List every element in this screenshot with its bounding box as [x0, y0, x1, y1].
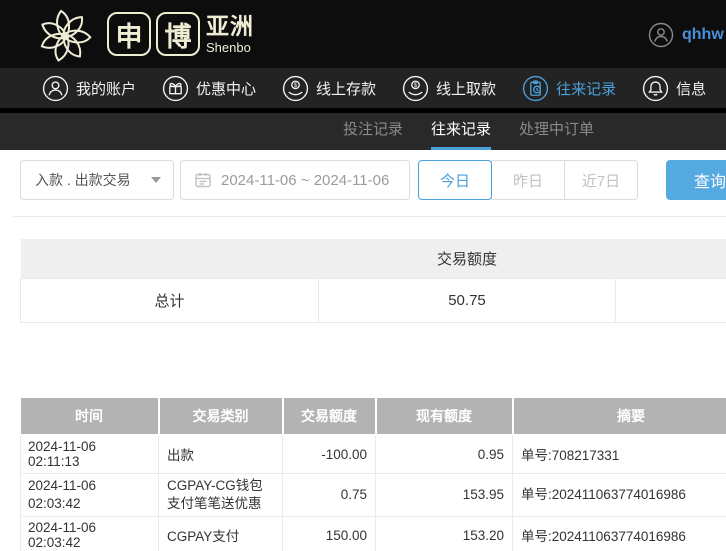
- summary-total-value: 50.75: [318, 277, 616, 323]
- col-header-balance: 现有额度: [375, 398, 514, 436]
- cell-balance: 153.95: [375, 472, 513, 517]
- cell-amount: 0.75: [282, 472, 376, 517]
- last7days-button[interactable]: 近7日: [564, 160, 638, 200]
- col-header-note: 摘要: [512, 398, 726, 436]
- transaction-type-select[interactable]: 入款 . 出款交易: [20, 160, 174, 200]
- records-header-row: 时间 交易类别 交易额度 现有额度 摘要: [20, 398, 726, 436]
- user-icon: [42, 75, 69, 101]
- table-row: 2024-11-06 02:11:13 出款 -100.00 0.95 单号:7…: [20, 434, 726, 474]
- today-button[interactable]: 今日: [418, 160, 492, 200]
- summary-total-row: 总计 50.75: [20, 277, 726, 323]
- summary-total-label: 总计: [20, 277, 319, 323]
- summary-table: 交易额度 总计 50.75: [20, 239, 726, 323]
- nav-label: 信息: [676, 80, 707, 98]
- svg-text:$: $: [294, 82, 298, 89]
- tab-transaction-records[interactable]: 往来记录: [431, 113, 492, 150]
- cell-note: 单号:708217331: [512, 434, 726, 474]
- cell-amount: -100.00: [282, 434, 376, 474]
- nav-label: 优惠中心: [196, 80, 257, 98]
- brand-logo[interactable]: 申 博 亚洲 Shenbo: [32, 2, 254, 66]
- username: qhhw: [682, 26, 724, 43]
- logo-char-shen: 申: [107, 12, 151, 56]
- nav-label: 线上存款: [316, 80, 377, 98]
- logo-romanized: Shenbo: [206, 39, 251, 55]
- cell-time: 2024-11-06 02:03:42: [20, 515, 159, 551]
- cell-note: 单号:202411063774016986: [512, 515, 726, 551]
- nav-label: 线上取款: [436, 80, 497, 98]
- quick-date-group: 今日 昨日 近7日: [418, 160, 640, 200]
- logo-region: 亚洲 Shenbo: [206, 12, 254, 55]
- caret-down-icon: [151, 177, 161, 183]
- cell-balance: 0.95: [375, 434, 513, 474]
- tab-bet-records[interactable]: 投注记录: [343, 113, 403, 150]
- main-nav: 我的账户 优惠中心 $ 线上存款 $ 线上取款 往来记录 信息: [0, 68, 726, 113]
- summary-header-row: 交易额度: [20, 239, 726, 278]
- withdraw-icon: $: [402, 75, 429, 101]
- yesterday-button[interactable]: 昨日: [491, 160, 565, 200]
- deposit-icon: $: [282, 75, 309, 101]
- cell-type: CGPAY-CG钱包支付笔笔送优惠: [158, 472, 283, 517]
- summary-empty-cell: [615, 277, 726, 323]
- user-account[interactable]: qhhw: [648, 22, 724, 48]
- nav-item-messages[interactable]: 信息: [642, 75, 706, 102]
- user-avatar-icon: [648, 22, 674, 48]
- nav-label: 我的账户: [76, 80, 137, 98]
- col-header-time: 时间: [20, 398, 160, 436]
- table-row: 2024-11-06 02:03:42 CGPAY支付 150.00 153.2…: [20, 515, 726, 551]
- cell-amount: 150.00: [282, 515, 376, 551]
- gift-icon: [162, 75, 189, 101]
- summary-header-amount: 交易额度: [318, 239, 616, 278]
- cell-type: CGPAY支付: [158, 515, 283, 551]
- lotus-flower-icon: [40, 9, 92, 62]
- logo-region-text: 亚洲: [206, 12, 254, 39]
- nav-item-deposit[interactable]: $ 线上存款: [282, 75, 376, 102]
- cell-time: 2024-11-06 02:03:42: [20, 472, 159, 517]
- bell-icon: [642, 75, 669, 101]
- filter-bar: 入款 . 出款交易 2024-11-06 ~ 2024-11-06 今日 昨日 …: [0, 150, 726, 216]
- records-table: 时间 交易类别 交易额度 现有额度 摘要 2024-11-06 02:11:13…: [20, 398, 726, 551]
- col-header-type: 交易类别: [158, 398, 284, 436]
- page: 申 博 亚洲 Shenbo qhhw 我的账户 优惠中心 $ 线上存款 $ 线上…: [0, 0, 726, 551]
- nav-item-transactions[interactable]: 往来记录: [522, 75, 616, 102]
- logo-char-bo: 博: [156, 12, 200, 56]
- sub-nav: 投注记录 往来记录 处理中订单: [0, 113, 726, 150]
- cell-note: 单号:202411063774016986: [512, 472, 726, 517]
- divider: [13, 216, 726, 217]
- date-range-value: 2024-11-06 ~ 2024-11-06: [221, 171, 390, 189]
- top-bar: 申 博 亚洲 Shenbo qhhw: [0, 0, 726, 68]
- nav-item-withdraw[interactable]: $ 线上取款: [402, 75, 496, 102]
- nav-item-my-account[interactable]: 我的账户: [42, 75, 136, 102]
- cell-type: 出款: [158, 434, 283, 474]
- calendar-icon: [195, 173, 211, 188]
- summary-header-empty: [615, 239, 726, 278]
- date-range-input[interactable]: 2024-11-06 ~ 2024-11-06: [180, 160, 410, 200]
- nav-item-promotions[interactable]: 优惠中心: [162, 75, 256, 102]
- summary-header-empty: [20, 239, 319, 278]
- col-header-amount: 交易额度: [282, 398, 377, 436]
- table-row: 2024-11-06 02:03:42 CGPAY-CG钱包支付笔笔送优惠 0.…: [20, 472, 726, 517]
- tab-pending-orders[interactable]: 处理中订单: [519, 113, 594, 150]
- cell-time: 2024-11-06 02:11:13: [20, 434, 159, 474]
- nav-label: 往来记录: [556, 80, 617, 98]
- cell-balance: 153.20: [375, 515, 513, 551]
- transaction-type-value: 入款 . 出款交易: [35, 172, 131, 188]
- svg-text:$: $: [414, 82, 418, 89]
- search-button[interactable]: 查询: [666, 160, 726, 200]
- transactions-icon: [522, 75, 549, 101]
